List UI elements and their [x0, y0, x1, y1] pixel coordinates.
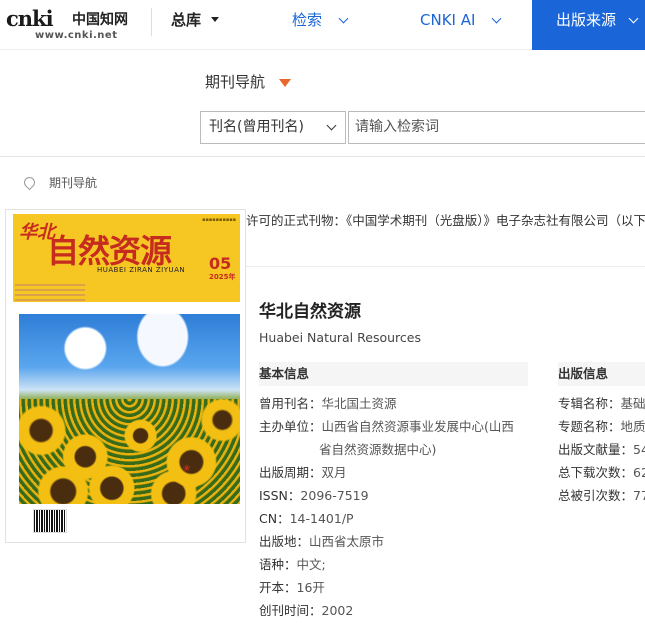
info-label: 语种： [259, 557, 297, 572]
search-field-value: 刊名(曾用刊名) [209, 119, 304, 135]
info-row: 创刊时间：2002 [259, 600, 353, 619]
location-pin-icon [21, 174, 38, 191]
sunflower-field-photo [19, 314, 240, 504]
nav-publication-source-menu[interactable]: 出版来源 [532, 0, 645, 50]
nav-cnki-ai-label: CNKI AI [420, 11, 476, 29]
info-row: 专题名称：地质 [558, 416, 645, 435]
journal-nav-title: 期刊导航 [205, 73, 266, 91]
info-value: 54 [633, 442, 645, 457]
breadcrumb-link[interactable]: 期刊导航 [49, 176, 97, 190]
caret-down-icon [211, 17, 220, 22]
chevron-down-icon [491, 13, 502, 24]
info-value: 山西省自然资源事业发展中心(山西 [321, 419, 514, 434]
cover-pinyin: HUABEI ZIRAN ZIYUAN [97, 266, 186, 274]
info-label: 出版地： [259, 534, 310, 549]
info-label: 开本： [259, 580, 297, 595]
info-value: 62 [633, 465, 645, 480]
info-value: 省自然资源数据中心) [319, 442, 437, 457]
nav-divider [151, 8, 152, 36]
search-input[interactable]: 请输入检索词 [348, 111, 645, 144]
chevron-down-icon [326, 120, 337, 131]
journal-english-title: Huabei Natural Resources [259, 330, 421, 345]
info-value: 双月 [321, 465, 347, 480]
triangle-down-icon [279, 79, 292, 87]
info-value: 77 [633, 488, 645, 503]
cover-image: ▪▪▪▪▪▪▪▪▪▪ 华北 自然资源 HUABEI ZIRAN ZIYUAN 0… [13, 214, 240, 536]
info-row: 曾用刊名：华北国土资源 [259, 393, 397, 412]
journal-cover: ▪▪▪▪▪▪▪▪▪▪ 华北 自然资源 HUABEI ZIRAN ZIYUAN 0… [5, 209, 246, 543]
nav-search-menu[interactable]: 检索 [292, 0, 349, 50]
cover-issue: 05 [209, 254, 232, 273]
cover-fineprint: ▪▪▪▪▪▪▪▪▪▪ [202, 217, 236, 223]
cover-header: ▪▪▪▪▪▪▪▪▪▪ 华北 自然资源 HUABEI ZIRAN ZIYUAN 0… [13, 214, 240, 302]
info-label: 创刊时间： [259, 603, 322, 618]
info-row: 专辑名称：基础 [558, 393, 645, 412]
logo-mark: cnki [6, 6, 54, 31]
barcode [33, 509, 67, 533]
info-value: 16开 [296, 580, 325, 595]
cover-stamp: ❀ [182, 463, 192, 475]
info-row: 出版地：山西省太原市 [259, 531, 384, 550]
info-value: 14-1401/P [289, 511, 354, 526]
info-row: CN：14-1401/P [259, 508, 354, 527]
search-field-select[interactable]: 刊名(曾用刊名) [200, 111, 346, 144]
sunflowers [19, 399, 240, 504]
info-label: 专辑名称： [558, 396, 621, 411]
chevron-down-icon [338, 13, 349, 24]
info-value: 2002 [321, 603, 354, 618]
info-value: 山西省太原市 [309, 534, 385, 549]
notice-text: 许可的正式刊物：《中国学术期刊（光盘版）》电子杂志社有限公司（以下简 [246, 213, 645, 228]
nav-publication-source-label: 出版来源 [556, 11, 617, 29]
info-label: 总被引次数： [558, 488, 634, 503]
info-label: 出版周期： [259, 465, 322, 480]
search-area: 期刊导航 刊名(曾用刊名) 请输入检索词 [0, 50, 645, 157]
info-label: 曾用刊名： [259, 396, 322, 411]
journal-nav-dropdown[interactable]: 期刊导航 [205, 71, 292, 92]
cnki-logo[interactable]: cnki 中国知网 www.cnki.net [6, 6, 136, 41]
info-row: 语种：中文; [259, 554, 326, 573]
info-value: 华北国土资源 [321, 396, 397, 411]
info-row: 出版周期：双月 [259, 462, 347, 481]
breadcrumb: 期刊导航 [21, 174, 97, 191]
nav-cnki-ai-menu[interactable]: CNKI AI [420, 0, 502, 50]
journal-title: 华北自然资源 [259, 302, 361, 322]
info-value: 基础 [620, 396, 645, 411]
nav-search-label: 检索 [292, 11, 323, 29]
info-value: 2096-7519 [300, 488, 369, 503]
info-row: 省自然资源数据中心) [319, 439, 436, 458]
info-label: 主办单位： [259, 419, 322, 434]
info-row: 主办单位：山西省自然资源事业发展中心(山西 [259, 416, 514, 435]
info-label: 专题名称： [558, 419, 621, 434]
cover-year: 2025年 [209, 273, 236, 281]
nav-zongku-label: 总库 [171, 11, 202, 29]
divider [246, 266, 645, 267]
info-value: 地质 [620, 419, 645, 434]
logo-url: www.cnki.net [35, 30, 118, 41]
top-nav: cnki 中国知网 www.cnki.net 总库 检索 CNKI AI 出版来… [0, 0, 645, 50]
info-row: ISSN：2096-7519 [259, 485, 369, 504]
logo-chinese: 中国知网 [72, 12, 128, 28]
info-value: 中文; [296, 557, 326, 572]
info-label: 出版文献量： [558, 442, 634, 457]
info-label: 总下载次数： [558, 465, 634, 480]
info-label: CN： [259, 511, 290, 526]
nav-zongku-menu[interactable]: 总库 [171, 0, 220, 50]
info-row: 出版文献量：54 [558, 439, 645, 458]
info-row: 总下载次数：62 [558, 462, 645, 481]
info-label: ISSN： [259, 488, 301, 503]
chevron-down-icon [628, 13, 639, 24]
publication-info-heading: 出版信息 [558, 362, 645, 386]
basic-info-heading: 基本信息 [259, 362, 528, 386]
cover-band [13, 302, 240, 314]
info-row: 开本：16开 [259, 577, 325, 596]
info-row: 总被引次数：77 [558, 485, 645, 504]
